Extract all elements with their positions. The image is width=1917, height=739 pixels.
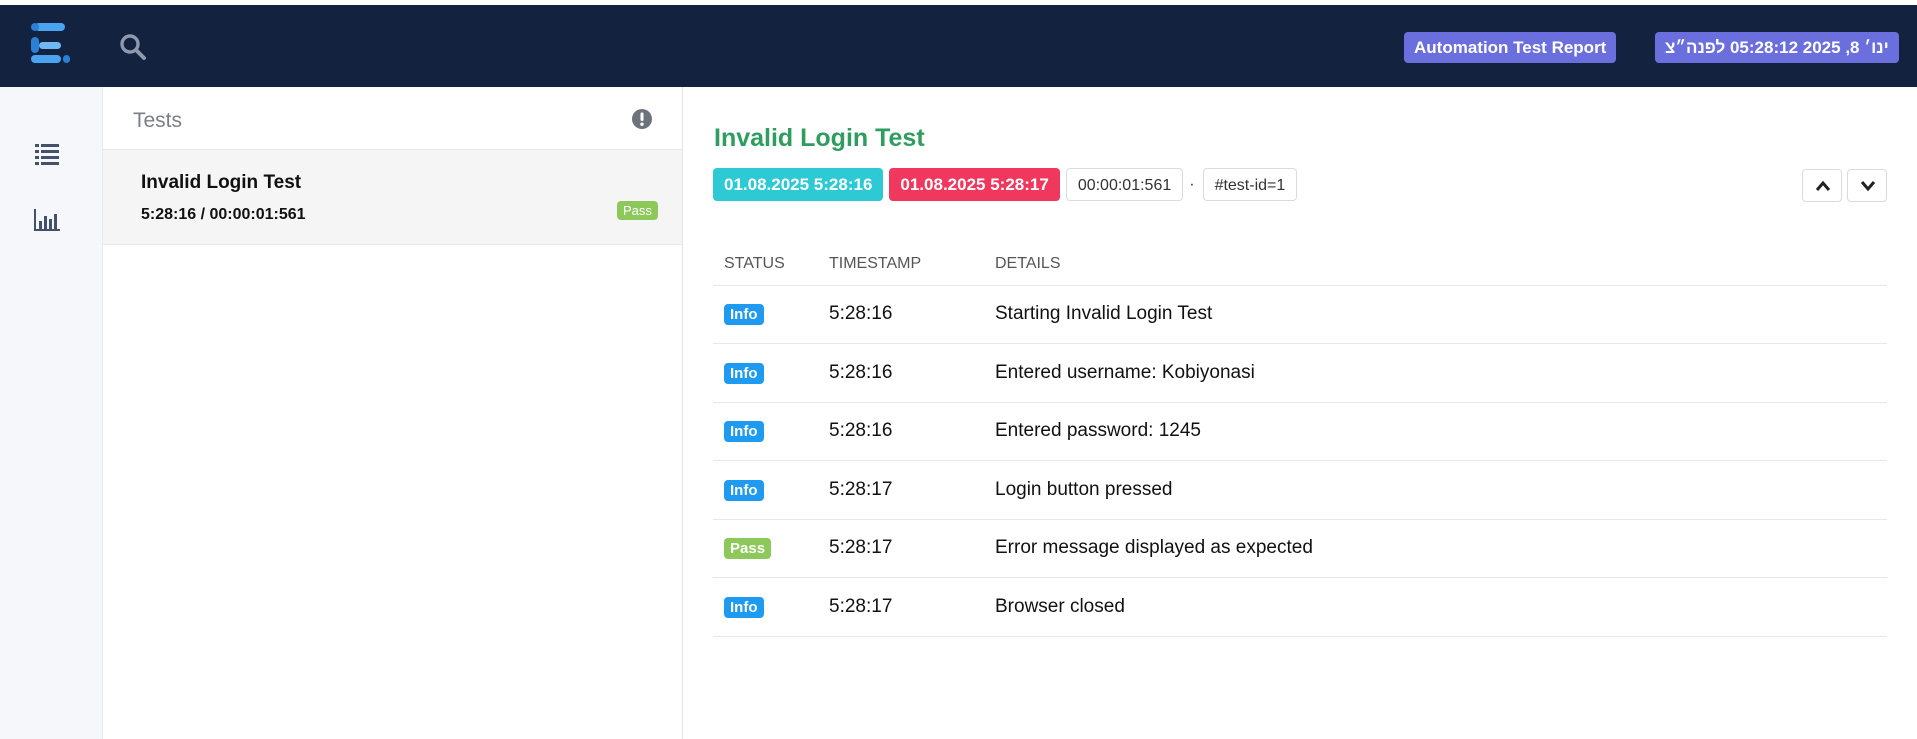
column-header-status: STATUS: [713, 243, 818, 286]
table-row: Info 5:28:16 Starting Invalid Login Test: [713, 285, 1887, 344]
status-cell: Info: [713, 577, 818, 637]
table-row: Pass 5:28:17 Error message displayed as …: [713, 519, 1887, 578]
test-detail-panel: Invalid Login Test 01.08.2025 5:28:16 01…: [684, 87, 1917, 739]
details-cell: Starting Invalid Login Test: [984, 285, 1887, 344]
table-row: Info 5:28:17 Login button pressed: [713, 460, 1887, 520]
status-badge: Pass: [617, 201, 658, 220]
log-table: STATUS TIMESTAMP DETAILS Info 5:28:16 St…: [713, 243, 1887, 637]
status-cell: Info: [713, 402, 818, 461]
status-badge: Info: [724, 479, 764, 501]
status-cell: Pass: [713, 519, 818, 578]
status-cell: Info: [713, 285, 818, 344]
previous-test-button[interactable]: [1802, 169, 1842, 202]
search-icon[interactable]: [118, 32, 148, 62]
test-item-name: Invalid Login Test: [141, 172, 302, 193]
status-cell: Info: [713, 460, 818, 520]
details-cell: Login button pressed: [984, 460, 1887, 520]
end-time-tag: 01.08.2025 5:28:17: [889, 168, 1060, 201]
extent-logo-icon[interactable]: [31, 19, 73, 73]
details-cell: Error message displayed as expected: [984, 519, 1887, 578]
timestamp-cell: 5:28:16: [818, 402, 984, 461]
tests-panel: Tests Invalid Login Test 5:28:16 / 00:00…: [103, 87, 683, 739]
table-row: Info 5:28:17 Browser closed: [713, 577, 1887, 637]
test-detail-title: Invalid Login Test: [714, 124, 925, 152]
table-row: Info 5:28:16 Entered password: 1245: [713, 402, 1887, 461]
tag-separator: ·: [1189, 175, 1195, 193]
status-badge: Info: [724, 362, 764, 384]
test-list-item[interactable]: Invalid Login Test 5:28:16 / 00:00:01:56…: [103, 150, 682, 245]
test-id-tag: #test-id=1: [1202, 168, 1298, 201]
timestamp-cell: 5:28:16: [818, 343, 984, 403]
bar-chart-icon[interactable]: [33, 207, 61, 233]
timestamp-cell: 5:28:16: [818, 285, 984, 344]
list-icon[interactable]: [33, 141, 61, 167]
table-row: Info 5:28:16 Entered username: Kobiyonas…: [713, 343, 1887, 403]
status-badge: Info: [724, 304, 764, 326]
column-header-timestamp: TIMESTAMP: [818, 243, 984, 286]
duration-tag: 00:00:01:561: [1065, 168, 1184, 201]
side-nav: [0, 87, 103, 739]
column-header-details: DETAILS: [984, 243, 1887, 286]
top-navbar: Automation Test Report ינו׳ 8, 2025 05:2…: [0, 5, 1917, 87]
test-item-time: 5:28:16 / 00:00:01:561: [141, 206, 306, 223]
details-cell: Browser closed: [984, 577, 1887, 637]
details-cell: Entered username: Kobiyonasi: [984, 343, 1887, 403]
status-cell: Info: [713, 343, 818, 403]
chevron-down-icon: [1860, 181, 1876, 192]
status-badge: Info: [724, 421, 764, 443]
report-date-badge: ינו׳ 8, 2025 05:28:12 לפנה״צ: [1655, 32, 1899, 63]
start-time-tag: 01.08.2025 5:28:16: [713, 168, 884, 201]
timestamp-cell: 5:28:17: [818, 460, 984, 520]
next-test-button[interactable]: [1847, 169, 1887, 202]
timestamp-cell: 5:28:17: [818, 519, 984, 578]
tests-panel-header: Tests: [103, 87, 682, 150]
chevron-up-icon: [1815, 180, 1831, 191]
status-badge: Pass: [724, 538, 772, 560]
status-badge: Info: [724, 596, 764, 618]
log-table-header: STATUS TIMESTAMP DETAILS: [713, 243, 1887, 286]
tests-panel-title: Tests: [133, 109, 183, 132]
report-title-badge: Automation Test Report: [1404, 32, 1617, 63]
timestamp-cell: 5:28:17: [818, 577, 984, 637]
test-meta-tags: 01.08.2025 5:28:16 01.08.2025 5:28:17 00…: [713, 168, 1303, 201]
exclamation-icon[interactable]: [631, 108, 653, 130]
details-cell: Entered password: 1245: [984, 402, 1887, 461]
